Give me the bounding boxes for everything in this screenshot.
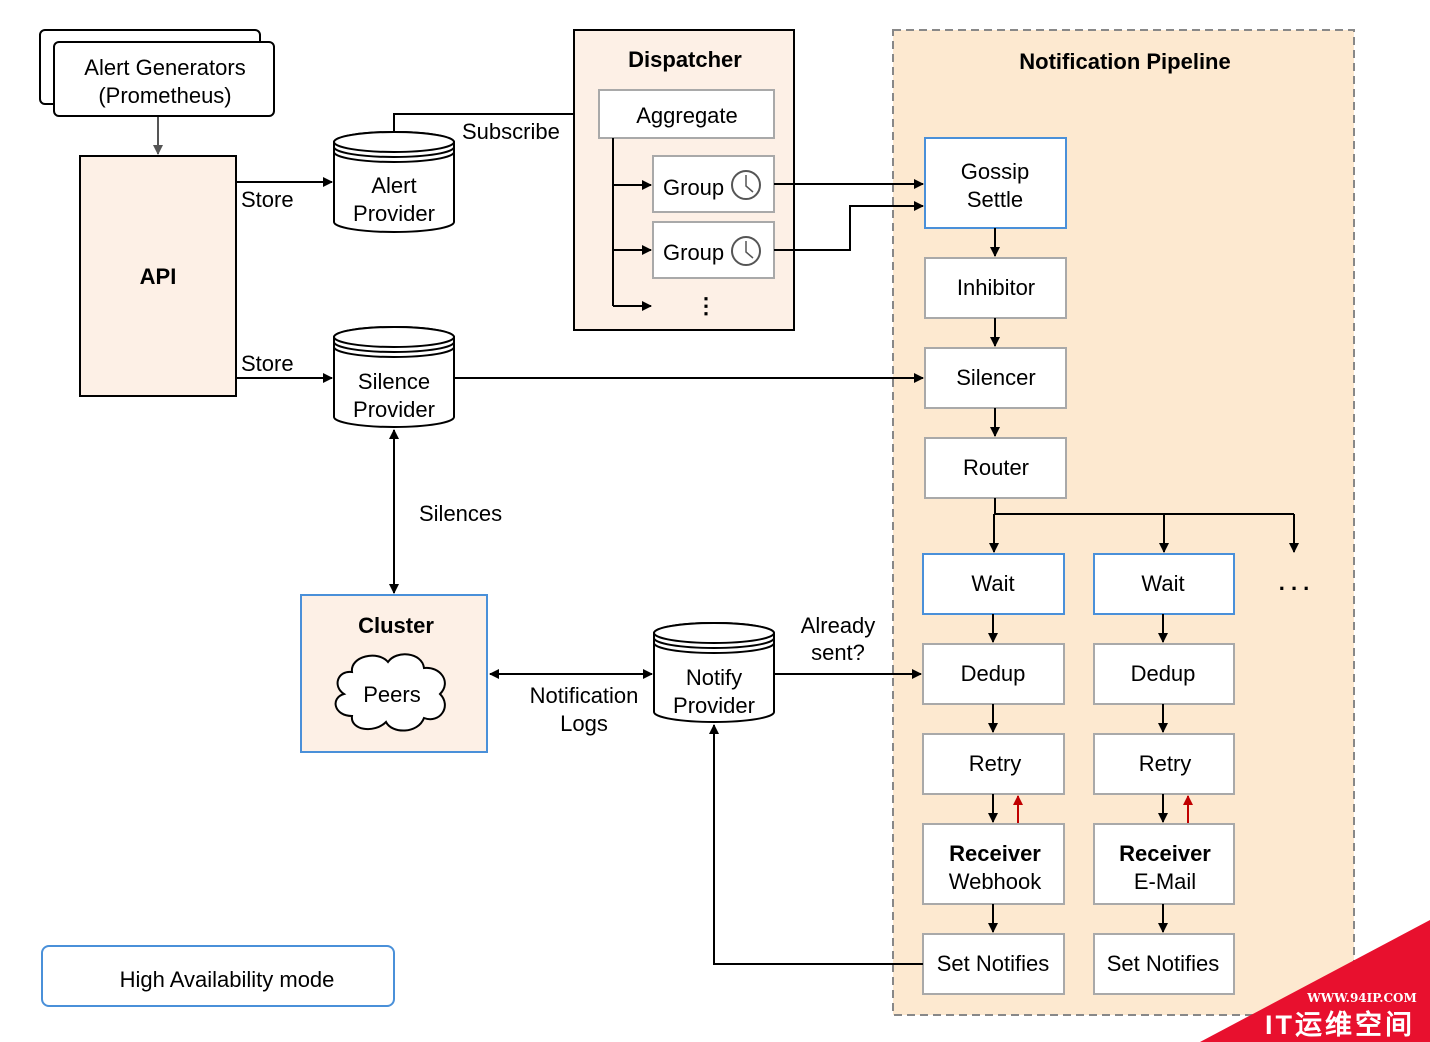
set-notifies-to-provider-arrow xyxy=(709,724,923,965)
silencer-label: Silencer xyxy=(956,365,1035,390)
silence-provider-sublabel: Provider xyxy=(353,397,435,422)
ha-mode-legend: High Availability mode xyxy=(41,945,395,1007)
more-groups-ellipsis: ⋮ xyxy=(695,293,717,318)
receiver-name: Webhook xyxy=(949,869,1043,894)
group-label: Group xyxy=(663,175,724,200)
wait-label: Wait xyxy=(1141,571,1184,596)
notify-provider-label: Notify xyxy=(686,665,742,690)
silencer-box: Silencer xyxy=(924,347,1067,409)
receiver-title: Receiver xyxy=(949,841,1041,866)
store-alerts-label: Store xyxy=(241,187,294,212)
cluster-title: Cluster xyxy=(358,613,434,638)
retry-label: Retry xyxy=(1139,751,1192,776)
silences-label: Silences xyxy=(419,501,502,526)
inhibitor-label: Inhibitor xyxy=(957,275,1035,300)
receiver-name: E-Mail xyxy=(1134,869,1196,894)
pipeline-title: Notification Pipeline xyxy=(1019,49,1230,74)
set-notifies-label: Set Notifies xyxy=(1107,951,1220,976)
notification-logs-label: Notification xyxy=(530,683,639,708)
aggregate-label: Aggregate xyxy=(636,103,738,128)
dispatcher: Dispatcher Aggregate Group Group ⋮ xyxy=(573,29,795,331)
set-notifies-label: Set Notifies xyxy=(937,951,1050,976)
store-silences-label: Store xyxy=(241,351,294,376)
dedup-label: Dedup xyxy=(961,661,1026,686)
peers-label: Peers xyxy=(363,682,420,707)
svg-text:IT运维空间: IT运维空间 xyxy=(1265,1009,1415,1040)
alert-generators-label: Alert Generators xyxy=(84,55,245,80)
dispatcher-title: Dispatcher xyxy=(628,47,742,72)
settle-label: Settle xyxy=(967,187,1023,212)
notify-provider-sublabel: Provider xyxy=(673,693,755,718)
retry-label: Retry xyxy=(969,751,1022,776)
svg-text:WWW.94IP.COM: WWW.94IP.COM xyxy=(1306,991,1417,1005)
alert-provider-sublabel: Provider xyxy=(353,201,435,226)
alert-provider-cylinder: Alert Provider xyxy=(333,131,455,233)
alert-generators: Alert Generators (Prometheus) xyxy=(39,29,275,117)
router-box: Router xyxy=(924,437,1067,499)
alert-generators-sublabel: (Prometheus) xyxy=(98,83,231,108)
gossip-label: Gossip xyxy=(961,159,1029,184)
silence-provider-cylinder: Silence Provider xyxy=(333,326,455,428)
api-label: API xyxy=(140,264,177,289)
router-label: Router xyxy=(963,455,1029,480)
subscribe-label: Subscribe xyxy=(462,119,560,144)
more-branches-ellipsis: . . . xyxy=(1279,570,1310,595)
dedup-label: Dedup xyxy=(1131,661,1196,686)
inhibitor-box: Inhibitor xyxy=(924,257,1067,319)
gossip-settle-box: Gossip Settle xyxy=(924,137,1067,229)
group-label: Group xyxy=(663,240,724,265)
ha-mode-label: High Availability mode xyxy=(120,967,335,992)
already-sent-label: Already xyxy=(801,613,876,638)
group-box: Group xyxy=(652,221,775,279)
notification-logs-label-2: Logs xyxy=(560,711,608,736)
alertmanager-architecture-diagram: Notification Pipeline Alert Generators (… xyxy=(39,29,1430,1042)
alert-provider-label: Alert xyxy=(371,173,416,198)
notify-provider-cylinder: Notify Provider xyxy=(653,622,775,723)
wait-label: Wait xyxy=(971,571,1014,596)
api-box: API xyxy=(79,155,237,397)
receiver-title: Receiver xyxy=(1119,841,1211,866)
cluster-box: Cluster Peers xyxy=(300,594,488,753)
already-sent-label-2: sent? xyxy=(811,640,865,665)
silence-provider-label: Silence xyxy=(358,369,430,394)
group-box: Group xyxy=(652,155,775,213)
